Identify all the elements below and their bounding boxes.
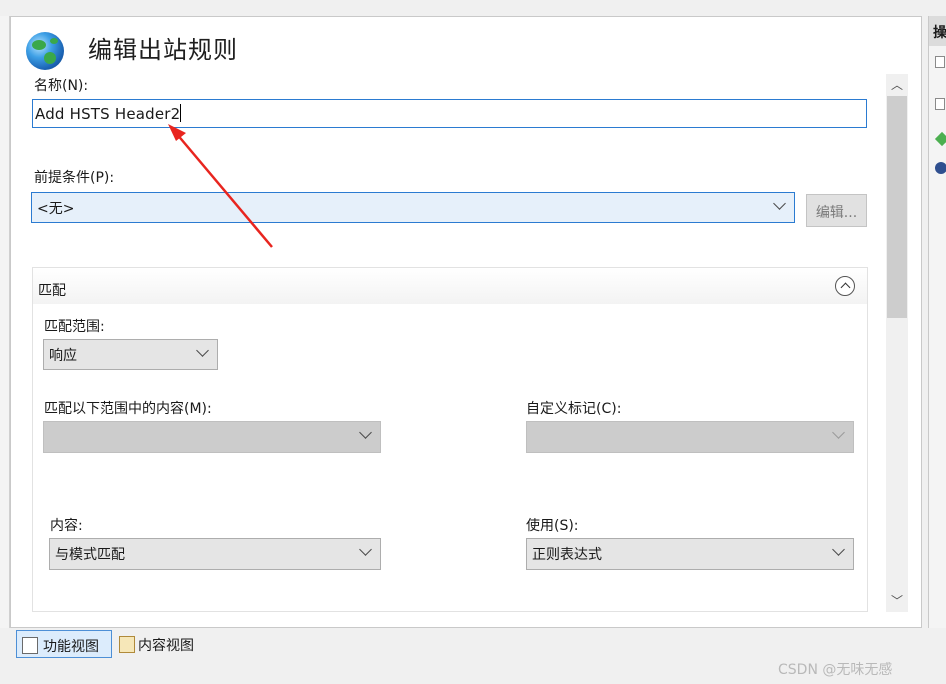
tab-feature-view[interactable]: 功能视图 [16, 630, 112, 658]
chevron-down-icon [773, 197, 786, 210]
document-icon[interactable] [935, 56, 945, 68]
chevron-down-icon [832, 426, 845, 439]
name-label: 名称(N): [34, 78, 89, 94]
actions-pane: 操 [928, 16, 946, 628]
scroll-up-icon[interactable]: ︿ [886, 76, 908, 93]
match-group-header [33, 268, 867, 304]
page-title: 编辑出站规则 [88, 36, 238, 64]
feature-view-icon [22, 637, 38, 654]
custom-tag-label: 自定义标记(C): [526, 401, 622, 417]
custom-tag-select[interactable] [526, 421, 854, 453]
match-content-select[interactable] [43, 421, 381, 453]
name-value: Add HSTS Header2 [35, 105, 181, 123]
match-scope-label: 匹配范围: [44, 319, 105, 335]
match-scope-value: 响应 [49, 348, 77, 364]
using-value: 正则表达式 [532, 547, 602, 563]
chevron-down-icon [832, 543, 845, 556]
tab-content-view[interactable]: 内容视图 [114, 630, 214, 658]
precondition-value: <无> [37, 201, 75, 217]
content-select[interactable]: 与模式匹配 [49, 538, 381, 570]
using-select[interactable]: 正则表达式 [526, 538, 854, 570]
edit-precondition-button[interactable]: 编辑... [806, 194, 867, 227]
chevron-down-icon [196, 344, 209, 357]
watermark: CSDN @无味无感 [778, 662, 893, 678]
chevron-down-icon [359, 426, 372, 439]
match-section-title: 匹配 [38, 283, 66, 299]
tab-content-view-label: 内容视图 [138, 638, 194, 654]
actions-pane-header: 操 [929, 16, 946, 46]
scroll-thumb[interactable] [887, 96, 907, 318]
precondition-label: 前提条件(P): [34, 170, 115, 186]
match-content-label: 匹配以下范围中的内容(M): [44, 401, 212, 417]
help-icon[interactable] [935, 162, 946, 174]
tab-feature-view-label: 功能视图 [43, 639, 99, 655]
using-label: 使用(S): [526, 518, 579, 534]
left-pane-edge [0, 16, 10, 628]
globe-icon [26, 32, 64, 70]
content-view-icon [119, 636, 135, 653]
apply-icon[interactable] [934, 131, 946, 147]
collapse-icon[interactable] [835, 276, 855, 296]
content-label: 内容: [50, 518, 83, 534]
name-input[interactable]: Add HSTS Header2 [32, 99, 867, 128]
text-caret [180, 104, 182, 122]
scroll-down-icon[interactable]: ﹀ [886, 592, 908, 609]
chevron-down-icon [359, 543, 372, 556]
document-icon[interactable] [935, 98, 945, 110]
match-scope-select[interactable]: 响应 [43, 339, 218, 370]
precondition-select[interactable]: <无> [31, 192, 795, 223]
content-value: 与模式匹配 [55, 547, 125, 563]
